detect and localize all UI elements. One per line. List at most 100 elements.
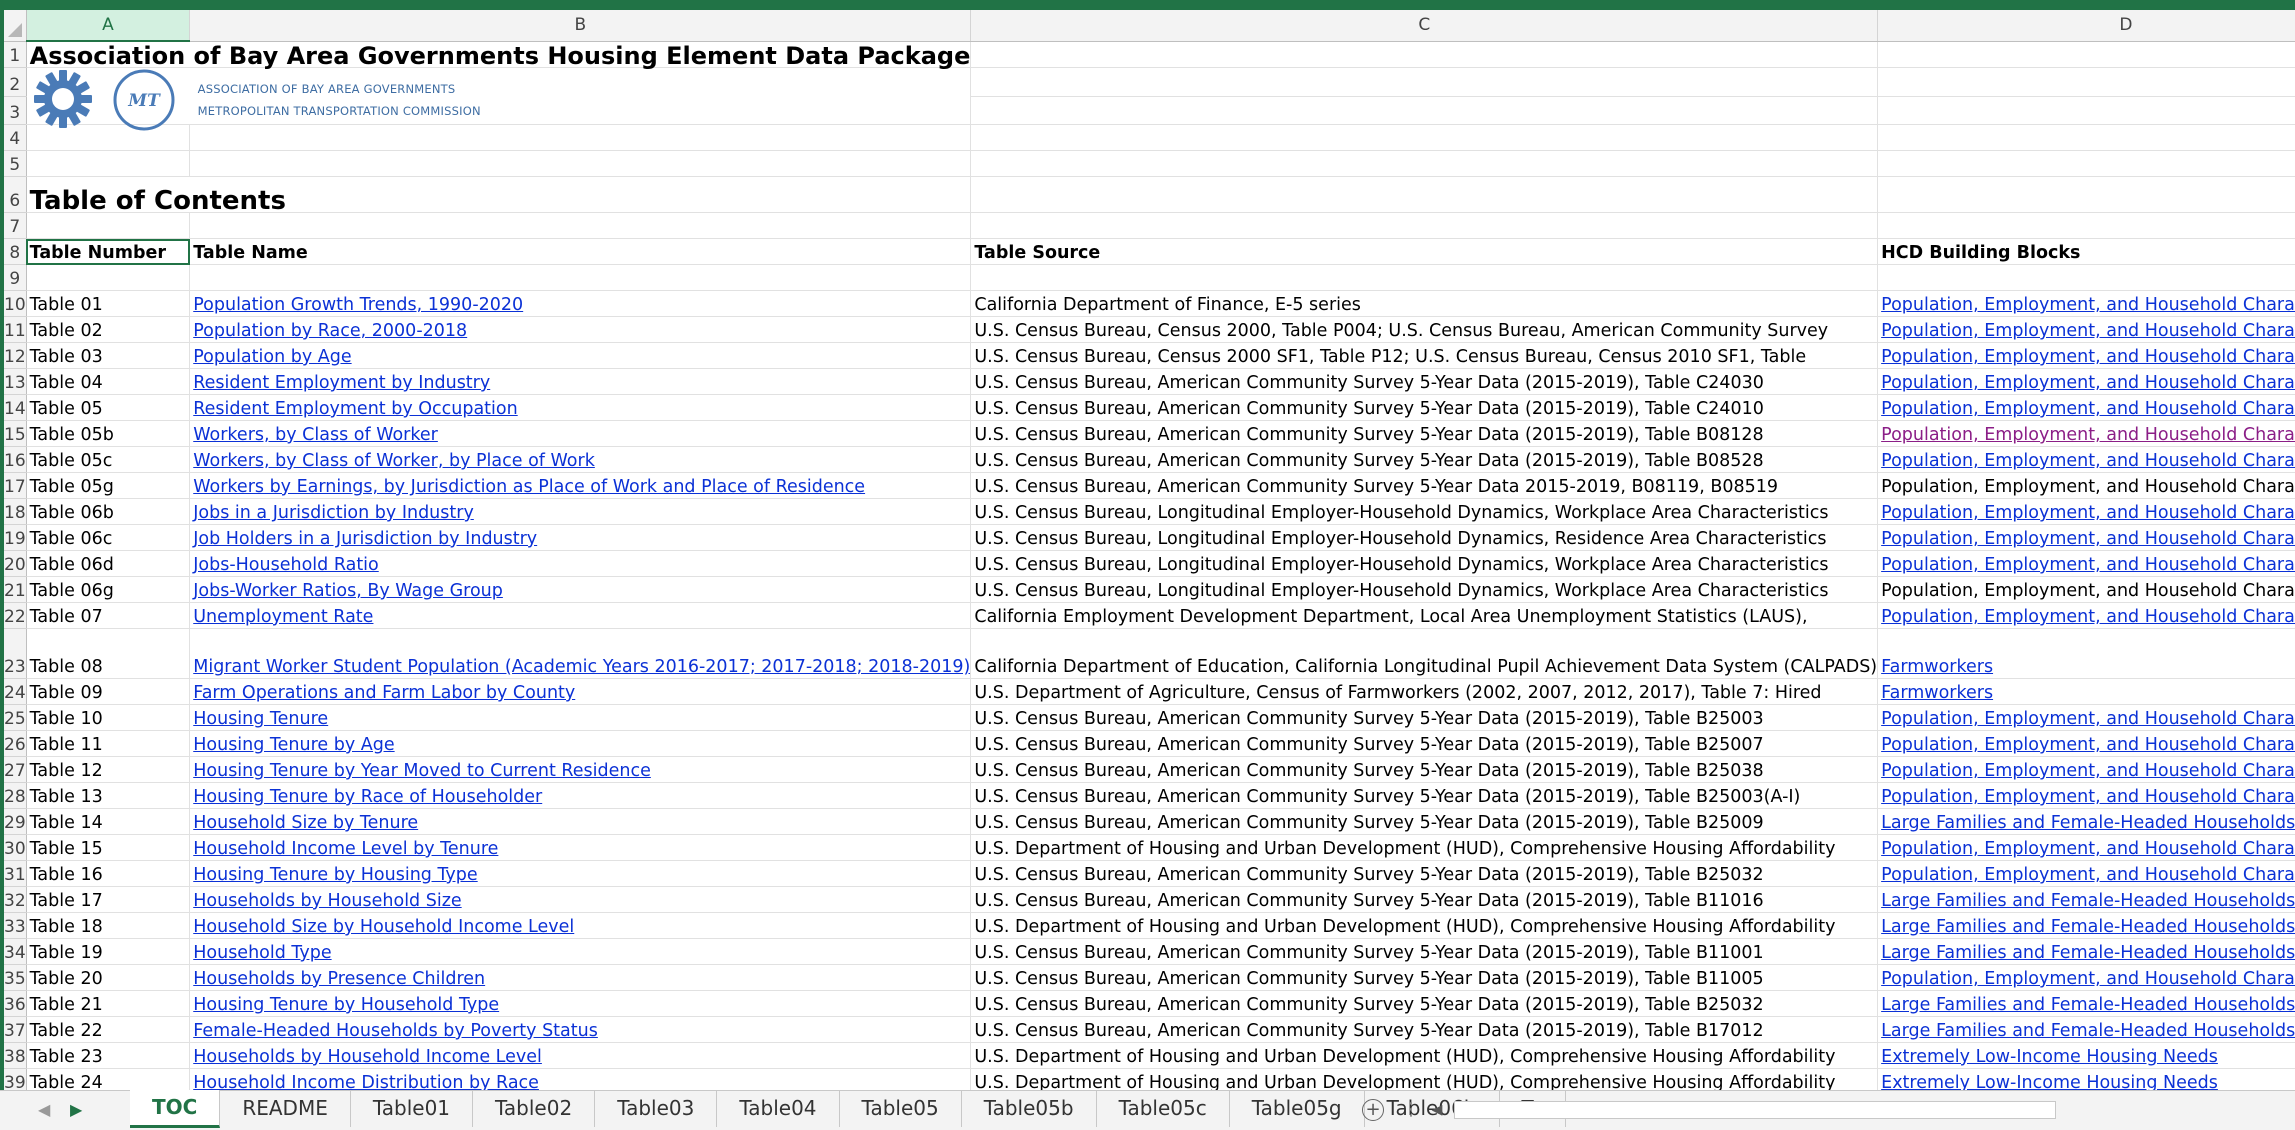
building-block-cell[interactable]: Population, Employment, and Household Ch… (1877, 602, 2295, 629)
table-name-cell-link[interactable]: Job Holders in a Jurisdiction by Industr… (193, 529, 537, 549)
table-name-cell[interactable]: Farm Operations and Farm Labor by County (189, 678, 972, 705)
table-source-cell[interactable]: U.S. Census Bureau, American Community S… (970, 1016, 1879, 1043)
table-name-cell[interactable]: Population by Age (189, 342, 972, 369)
sheet-tab[interactable]: Table02 (473, 1091, 596, 1127)
building-block-cell-link[interactable]: Farmworkers (1881, 683, 1993, 703)
building-block-cell[interactable]: Population, Employment, and Household Ch… (1877, 576, 2295, 603)
table-number-cell[interactable]: Table 13 (26, 782, 191, 809)
table-number-cell[interactable]: Table 07 (26, 602, 191, 629)
cell-c[interactable] (970, 96, 1879, 125)
building-block-cell-link[interactable]: Large Families and Female-Headed Househo… (1881, 813, 2295, 833)
table-number-cell[interactable]: Table 01 (26, 290, 191, 317)
building-block-cell[interactable]: Extremely Low-Income Housing Needs (1877, 1068, 2295, 1090)
sheet-title[interactable]: Association of Bay Area Governments Hous… (26, 41, 972, 68)
table-name-cell-link[interactable]: Housing Tenure by Year Moved to Current … (193, 761, 651, 781)
cell-d[interactable] (1877, 41, 2295, 68)
row-header[interactable]: 23 (4, 628, 27, 679)
cell-d[interactable] (1877, 212, 2295, 239)
row-header[interactable]: 35 (4, 964, 27, 991)
table-name-cell[interactable]: Population by Race, 2000-2018 (189, 316, 972, 343)
table-number-cell[interactable]: Table 05c (26, 446, 191, 473)
building-block-cell[interactable]: Population, Employment, and Household Ch… (1877, 290, 2295, 317)
sheet-tab[interactable]: Table05g (1230, 1091, 1365, 1127)
table-source-cell[interactable]: U.S. Census Bureau, Longitudinal Employe… (970, 524, 1879, 551)
table-source-cell[interactable]: California Department of Education, Cali… (970, 628, 1879, 679)
cell-c[interactable] (970, 212, 1879, 239)
building-block-cell-link[interactable]: Population, Employment, and Household Ch… (1881, 503, 2295, 523)
table-name-cell[interactable]: Housing Tenure by Household Type (189, 990, 972, 1017)
row-header[interactable]: 24 (4, 678, 27, 705)
building-block-cell[interactable]: Large Families and Female-Headed Househo… (1877, 938, 2295, 965)
spreadsheet-grid[interactable]: A B C D 1 Association of Bay Area Governm… (4, 10, 2295, 1090)
cell-c[interactable] (970, 176, 1879, 213)
header-table-source[interactable]: Table Source (970, 238, 1879, 265)
row-header[interactable]: 27 (4, 756, 27, 783)
table-name-cell[interactable]: Housing Tenure by Housing Type (189, 860, 972, 887)
column-header-c[interactable]: C (970, 10, 1879, 42)
building-block-cell-link[interactable]: Population, Employment, and Household Ch… (1881, 839, 2295, 859)
table-number-cell[interactable]: Table 21 (26, 990, 191, 1017)
cell-c[interactable] (970, 41, 1879, 68)
building-block-cell-link[interactable]: Population, Employment, and Household Ch… (1881, 373, 2295, 393)
prev-sheet-icon[interactable]: ◀ (38, 1100, 50, 1119)
row-header[interactable]: 39 (4, 1068, 27, 1090)
table-name-cell[interactable]: Housing Tenure by Year Moved to Current … (189, 756, 972, 783)
cell-b[interactable] (189, 212, 972, 239)
building-block-cell-link[interactable]: Population, Employment, and Household Ch… (1881, 295, 2295, 315)
building-block-cell[interactable]: Population, Employment, and Household Ch… (1877, 756, 2295, 783)
table-name-cell[interactable]: Female-Headed Households by Poverty Stat… (189, 1016, 972, 1043)
next-sheet-icon[interactable]: ▶ (70, 1100, 82, 1119)
cell-d[interactable] (1877, 176, 2295, 213)
table-name-cell-link[interactable]: Housing Tenure (193, 709, 328, 729)
row-header[interactable]: 29 (4, 808, 27, 835)
table-name-cell[interactable]: Households by Household Size (189, 886, 972, 913)
building-block-cell[interactable]: Population, Employment, and Household Ch… (1877, 834, 2295, 861)
building-block-cell[interactable]: Population, Employment, and Household Ch… (1877, 730, 2295, 757)
table-source-cell[interactable]: U.S. Census Bureau, Longitudinal Employe… (970, 498, 1879, 525)
row-header[interactable]: 36 (4, 990, 27, 1017)
table-source-cell[interactable]: U.S. Department of Agriculture, Census o… (970, 678, 1879, 705)
row-header[interactable]: 19 (4, 524, 27, 551)
building-block-cell-link[interactable]: Population, Employment, and Household Ch… (1881, 865, 2295, 885)
building-block-cell[interactable]: Population, Employment, and Household Ch… (1877, 964, 2295, 991)
table-number-cell[interactable]: Table 05g (26, 472, 191, 499)
table-name-cell-link[interactable]: Households by Presence Children (193, 969, 485, 989)
table-number-cell[interactable]: Table 18 (26, 912, 191, 939)
table-source-cell[interactable]: U.S. Census Bureau, American Community S… (970, 730, 1879, 757)
row-header[interactable]: 2 (4, 67, 27, 97)
table-number-cell[interactable]: Table 06b (26, 498, 191, 525)
table-name-cell[interactable]: Migrant Worker Student Population (Acade… (189, 628, 972, 679)
building-block-cell-link[interactable]: Population, Employment, and Household Ch… (1881, 787, 2295, 807)
cell-c[interactable] (970, 67, 1879, 97)
row-header[interactable]: 8 (4, 238, 27, 265)
cell-d[interactable] (1877, 150, 2295, 177)
add-sheet-icon[interactable]: + (1362, 1099, 1384, 1121)
column-header-b[interactable]: B (189, 10, 972, 42)
cell-b[interactable] (189, 150, 972, 177)
building-block-cell[interactable]: Large Families and Female-Headed Househo… (1877, 886, 2295, 913)
row-header[interactable]: 11 (4, 316, 27, 343)
table-name-cell-link[interactable]: Housing Tenure by Race of Householder (193, 787, 542, 807)
row-header[interactable]: 28 (4, 782, 27, 809)
building-block-cell-link[interactable]: Population, Employment, and Household Ch… (1881, 321, 2295, 341)
table-number-cell[interactable]: Table 17 (26, 886, 191, 913)
cell-c[interactable] (970, 124, 1879, 151)
table-name-cell-link[interactable]: Household Income Distribution by Race (193, 1073, 539, 1090)
building-block-cell[interactable]: Large Families and Female-Headed Househo… (1877, 912, 2295, 939)
row-header[interactable]: 9 (4, 264, 27, 291)
cell-c[interactable] (970, 264, 1879, 291)
horizontal-scrollbar[interactable]: ◀ (1428, 1100, 2083, 1120)
row-header[interactable]: 18 (4, 498, 27, 525)
table-name-cell-link[interactable]: Household Income Level by Tenure (193, 839, 498, 859)
toc-heading[interactable]: Table of Contents (26, 176, 972, 214)
table-source-cell[interactable]: U.S. Census Bureau, American Community S… (970, 808, 1879, 835)
table-name-cell-link[interactable]: Population by Age (193, 347, 351, 367)
row-header[interactable]: 17 (4, 472, 27, 499)
table-name-cell-link[interactable]: Jobs-Household Ratio (193, 555, 379, 575)
table-name-cell[interactable]: Housing Tenure (189, 704, 972, 731)
building-block-cell[interactable]: Population, Employment, and Household Ch… (1877, 550, 2295, 577)
table-source-cell[interactable]: U.S. Census Bureau, American Community S… (970, 938, 1879, 965)
table-source-cell[interactable]: California Employment Development Depart… (970, 602, 1879, 629)
table-name-cell-link[interactable]: Farm Operations and Farm Labor by County (193, 683, 575, 703)
table-name-cell[interactable]: Household Size by Household Income Level (189, 912, 972, 939)
